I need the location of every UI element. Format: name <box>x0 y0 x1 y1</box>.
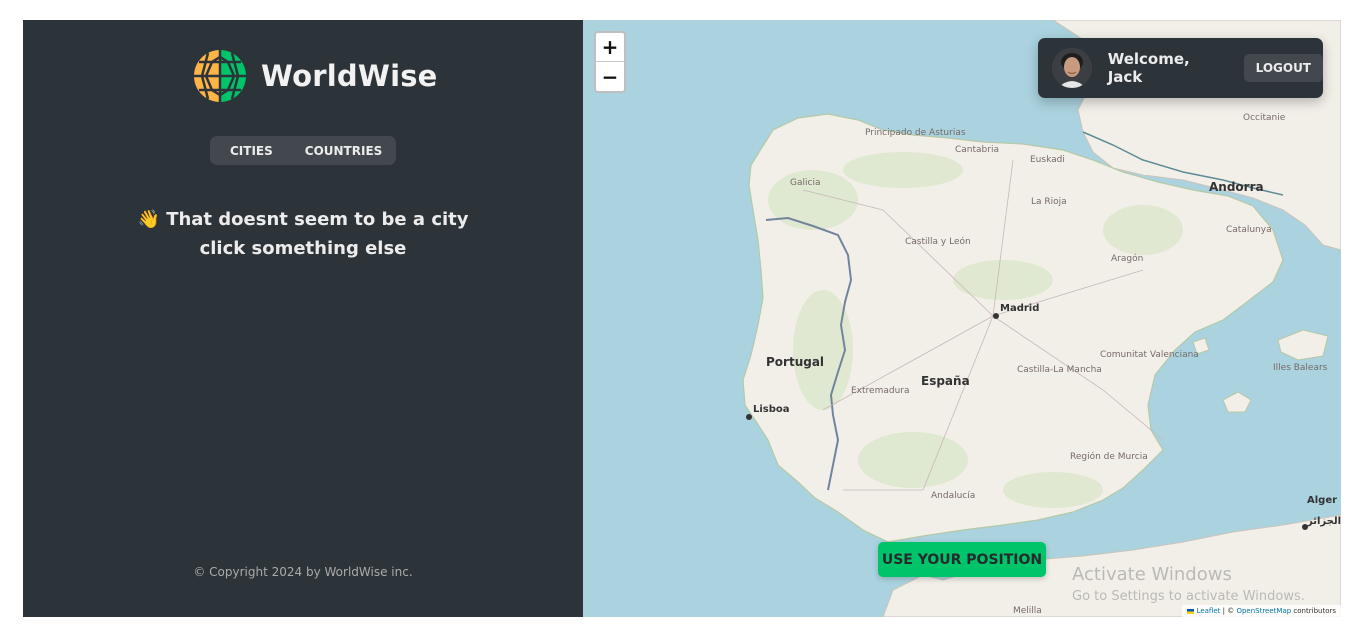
ukraine-flag-icon <box>1187 608 1195 614</box>
attribution-separator: | © <box>1220 607 1237 615</box>
waving-hand-icon: 👋 <box>137 209 160 230</box>
map-label-portugal: Portugal <box>766 355 825 369</box>
map-label-occitanie: Occitanie <box>1243 113 1286 123</box>
map-label-aragon: Aragón <box>1111 254 1144 264</box>
logo[interactable]: WorldWise <box>193 49 438 103</box>
map-label-lisboa: Lisboa <box>753 404 790 415</box>
attribution-tail: contributors <box>1291 607 1336 615</box>
map-label-cantabria: Cantabria <box>955 145 999 155</box>
map-label-rioja: La Rioja <box>1031 197 1067 207</box>
map-label-galicia: Galicia <box>790 178 821 188</box>
logo-globe-icon <box>194 50 246 102</box>
map-label-extremadura: Extremadura <box>851 386 910 396</box>
copyright-footer: © Copyright 2024 by WorldWise inc. <box>193 565 413 579</box>
map-label-madrid: Madrid <box>1000 303 1040 314</box>
map-label-andorra: Andorra <box>1209 180 1264 194</box>
leaflet-link[interactable]: Leaflet <box>1197 607 1221 615</box>
map-tiles[interactable] <box>583 20 1341 617</box>
map-label-andalucia: Andalucía <box>931 491 976 501</box>
logout-button[interactable]: Logout <box>1243 54 1323 82</box>
windows-watermark-title: Activate Windows <box>1072 564 1232 585</box>
user-panel: Welcome, Jack Logout <box>1038 38 1323 98</box>
tab-cities[interactable]: Cities <box>230 144 273 158</box>
empty-message: 👋 That doesnt seem to be a city click so… <box>123 205 483 263</box>
zoom-control: + − <box>594 31 626 93</box>
welcome-text: Welcome, Jack <box>1107 50 1190 86</box>
logo-text: WorldWise <box>261 59 438 93</box>
tab-countries[interactable]: Countries <box>305 144 383 158</box>
empty-message-text: That doesnt seem to be a city click some… <box>166 209 469 259</box>
tab-bar: Cities Countries <box>210 136 396 165</box>
map-label-castilla-leon: Castilla y León <box>905 237 971 247</box>
map-attribution: Leaflet | © OpenStreetMap contributors <box>1182 605 1341 617</box>
map-label-catalunya: Catalunya <box>1226 225 1272 235</box>
avatar <box>1052 48 1092 88</box>
map-label-illes-balears: Illes Balears <box>1273 363 1328 373</box>
map-label-alger: Alger <box>1307 495 1338 506</box>
map-label-murcia: Región de Murcia <box>1070 452 1148 462</box>
map[interactable]: Principado de Asturias Cantabria Euskadi… <box>583 20 1341 617</box>
map-label-valenciana: Comunitat Valenciana <box>1100 350 1199 360</box>
use-position-button[interactable]: USE YOUR POSITION <box>878 542 1046 577</box>
windows-watermark-subtitle: Go to Settings to activate Windows. <box>1072 589 1305 604</box>
osm-link[interactable]: OpenStreetMap <box>1236 607 1291 615</box>
zoom-in-button[interactable]: + <box>596 33 624 62</box>
app-layout: WorldWise Cities Countries 👋 That doesnt… <box>23 20 1341 617</box>
map-label-alger-ar: الجزائر <box>1307 516 1341 527</box>
map-label-melilla: Melilla <box>1013 606 1042 616</box>
zoom-out-button[interactable]: − <box>596 62 624 91</box>
user-avatar-icon <box>1052 48 1092 88</box>
map-label-asturias: Principado de Asturias <box>865 128 966 138</box>
map-label-castilla-mancha: Castilla-La Mancha <box>1017 365 1102 375</box>
map-label-espana: España <box>921 374 970 388</box>
map-label-euskadi: Euskadi <box>1030 155 1065 165</box>
sidebar: WorldWise Cities Countries 👋 That doesnt… <box>23 20 583 617</box>
